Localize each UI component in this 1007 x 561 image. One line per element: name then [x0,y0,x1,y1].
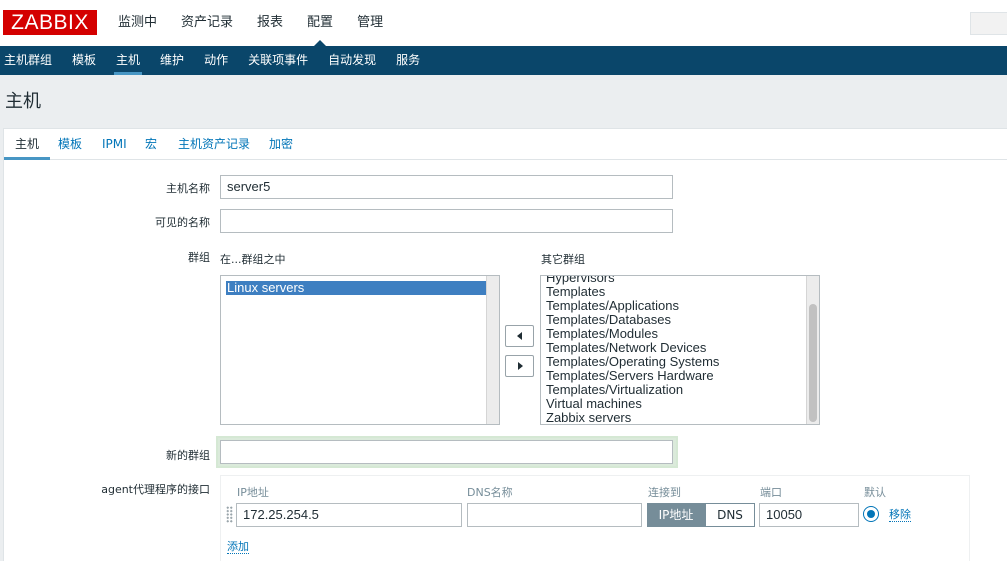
menu-reports[interactable]: 报表 [248,0,292,46]
list-item[interactable]: Templates/Servers Hardware [541,369,819,383]
remove-from-groups-button[interactable] [505,355,534,377]
ip-column-header: IP地址 [237,486,269,499]
form-tabs: 主机 模板 IPMI 宏 主机资产记录 加密 [3,129,1007,160]
list-item[interactable]: Zabbix servers [541,411,819,425]
zabbix-logo[interactable]: ZABBIX [3,10,97,35]
submenu-maintenance[interactable]: 维护 [156,46,188,75]
scrollbar-thumb[interactable] [809,304,817,422]
default-interface-radio[interactable] [863,506,879,522]
main-menu: 监测中 资产记录 报表 配置 管理 [109,0,398,46]
menu-configuration[interactable]: 配置 [298,0,342,46]
groups-label: 群组 [188,251,210,264]
add-interface-link[interactable]: 添加 [227,540,249,554]
submenu-discovery[interactable]: 自动发现 [324,46,380,75]
menu-administration[interactable]: 管理 [348,0,392,46]
ip-address-input[interactable]: 172.25.254.5 [236,503,462,527]
other-groups-listbox[interactable]: Hypervisors Templates Templates/Applicat… [540,275,820,425]
list-item[interactable]: Templates [541,285,819,299]
sub-menu: 主机群组 模板 主机 维护 动作 关联项事件 自动发现 服务 [0,46,1007,75]
agent-interface-label: agent代理程序的接口 [101,483,210,496]
in-groups-label: 在...群组之中 [220,253,286,266]
submenu-services[interactable]: 服务 [392,46,424,75]
list-item[interactable]: Virtual machines [541,397,819,411]
new-group-input[interactable] [220,440,673,464]
list-item[interactable]: Linux servers [226,281,495,295]
arrow-left-icon [517,332,522,340]
visible-name-input[interactable] [220,209,673,233]
add-to-groups-button[interactable] [505,325,534,347]
visible-name-label: 可见的名称 [155,216,210,229]
list-item[interactable]: Templates/Virtualization [541,383,819,397]
list-item[interactable]: Templates/Applications [541,299,819,313]
tab-host[interactable]: 主机 [3,129,51,160]
list-item[interactable]: Templates/Modules [541,327,819,341]
port-input[interactable]: 10050 [759,503,859,527]
connect-ip-button[interactable]: IP地址 [647,503,705,527]
search-input[interactable] [970,12,1007,35]
dns-column-header: DNS名称 [467,486,513,499]
submenu-hosts[interactable]: 主机 [112,46,144,75]
scrollbar[interactable] [486,276,499,424]
page-title: 主机 [5,91,41,112]
tab-inventory[interactable]: 主机资产记录 [178,129,250,159]
default-column-header: 默认 [864,486,886,499]
submenu-actions[interactable]: 动作 [200,46,232,75]
scrollbar[interactable] [806,276,819,424]
new-group-label: 新的群组 [166,449,210,462]
in-groups-listbox[interactable]: Linux servers [220,275,500,425]
dns-name-input[interactable] [467,503,642,527]
tab-templates[interactable]: 模板 [58,129,82,159]
connect-dns-button[interactable]: DNS [705,503,755,527]
list-item[interactable]: Templates/Databases [541,313,819,327]
menu-monitoring[interactable]: 监测中 [109,0,166,46]
list-item[interactable]: Templates/Operating Systems [541,355,819,369]
menu-inventory[interactable]: 资产记录 [172,0,242,46]
other-groups-label: 其它群组 [541,253,585,266]
arrow-right-icon [518,362,523,370]
remove-interface-link[interactable]: 移除 [889,508,911,522]
submenu-event-correlation[interactable]: 关联项事件 [244,46,312,75]
tab-macros[interactable]: 宏 [145,129,157,159]
submenu-templates[interactable]: 模板 [68,46,100,75]
drag-handle-icon[interactable] [226,506,233,523]
tab-encryption[interactable]: 加密 [269,129,293,159]
hostname-input[interactable]: server5 [220,175,673,199]
hostname-label: 主机名称 [166,182,210,195]
submenu-host-groups[interactable]: 主机群组 [0,46,56,75]
connect-column-header: 连接到 [648,486,681,499]
tab-ipmi[interactable]: IPMI [102,129,127,159]
top-bar: ZABBIX 监测中 资产记录 报表 配置 管理 [0,0,1007,46]
port-column-header: 端口 [760,486,782,499]
list-item[interactable]: Templates/Network Devices [541,341,819,355]
